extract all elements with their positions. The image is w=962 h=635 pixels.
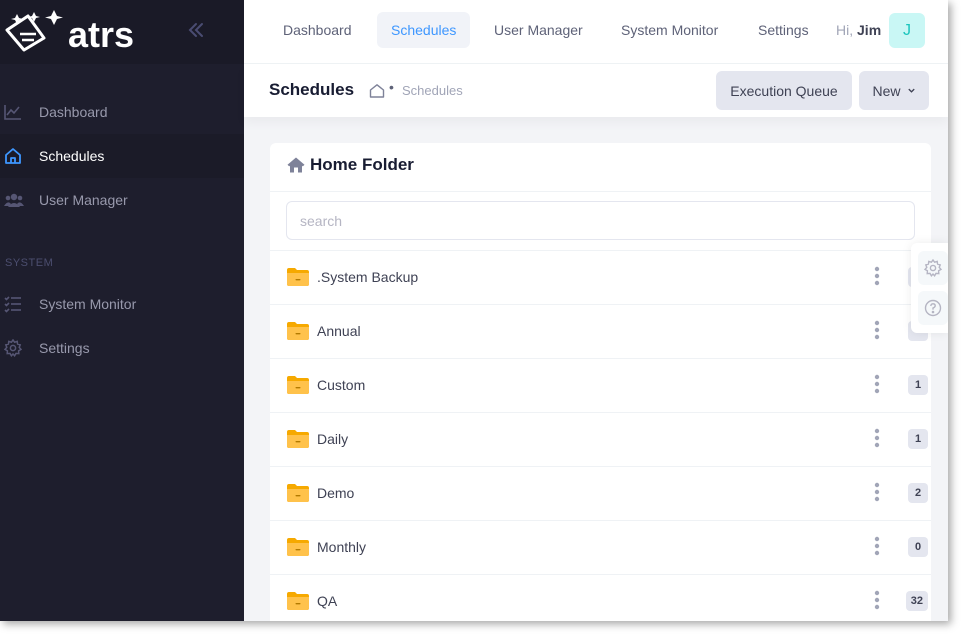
breadcrumb-current: Schedules [402, 83, 463, 98]
folder-row[interactable]: Demo 2 [270, 467, 931, 521]
more-options-icon[interactable] [871, 428, 883, 448]
sidebar-item-label: User Manager [39, 192, 128, 208]
more-options-icon[interactable] [871, 536, 883, 556]
card-title: Home Folder [310, 155, 414, 174]
sidebar-item-dashboard[interactable]: Dashboard [0, 90, 244, 134]
folder-icon [286, 267, 310, 287]
chevron-down-icon [907, 88, 915, 93]
folder-icon [286, 537, 310, 557]
collapse-sidebar-icon[interactable] [186, 20, 206, 40]
folder-name: Demo [317, 485, 355, 501]
brand-bar: atrs [0, 0, 244, 64]
home-folder-icon [287, 157, 305, 173]
sidebar-item-system-monitor[interactable]: System Monitor [0, 282, 244, 326]
more-options-icon[interactable] [871, 482, 883, 502]
gear-icon [3, 338, 23, 358]
folder-row[interactable]: Monthly 0 [270, 521, 931, 575]
more-options-icon[interactable] [871, 374, 883, 394]
page-toolbar: Schedules • Schedules Execution Queue Ne… [244, 64, 948, 117]
settings-gear-button[interactable] [918, 251, 948, 285]
avatar[interactable]: J [889, 13, 925, 48]
floating-tool-panel [911, 243, 948, 333]
tab-user-manager[interactable]: User Manager [480, 12, 597, 48]
folder-name: QA [317, 593, 338, 609]
breadcrumb-home-icon[interactable] [369, 83, 385, 99]
atrs-logo[interactable]: atrs [4, 8, 144, 59]
folder-name: Annual [317, 323, 361, 339]
sidebar-item-label: Dashboard [39, 104, 108, 120]
app-window: atrs Dashboard Schedules User Manager SY… [0, 0, 948, 621]
folder-icon [286, 591, 310, 611]
svg-text:atrs: atrs [68, 14, 134, 54]
sidebar-item-schedules[interactable]: Schedules [0, 134, 244, 178]
sidebar: atrs Dashboard Schedules User Manager SY… [0, 0, 244, 621]
sidebar-section-label: SYSTEM [5, 257, 54, 269]
folder-name: Monthly [317, 539, 367, 555]
schedule-count-badge: 0 [908, 537, 928, 557]
user-greeting: Hi, Jim [836, 22, 881, 38]
folder-name: .System Backup [317, 269, 419, 285]
folder-row[interactable]: QA 32 [270, 575, 931, 621]
tab-system-monitor[interactable]: System Monitor [607, 12, 732, 48]
folder-icon [286, 483, 310, 503]
folder-row[interactable]: Annual [270, 305, 931, 359]
card-header: Home Folder [270, 143, 931, 192]
more-options-icon[interactable] [871, 266, 883, 286]
page-title: Schedules [269, 80, 355, 99]
gear-icon [924, 259, 942, 277]
tab-settings[interactable]: Settings [744, 12, 823, 48]
schedule-count-badge: 32 [905, 591, 928, 611]
sidebar-item-label: Schedules [39, 148, 105, 164]
breadcrumb-separator: • [389, 79, 394, 95]
sidebar-item-settings[interactable]: Settings [0, 326, 244, 370]
home-icon [4, 147, 22, 165]
execution-queue-button[interactable]: Execution Queue [716, 71, 852, 110]
schedule-count-badge: 1 [908, 375, 928, 395]
sidebar-item-label: System Monitor [39, 296, 137, 312]
folder-name: Custom [317, 377, 366, 393]
sidebar-item-user-manager[interactable]: User Manager [0, 178, 244, 222]
tab-dashboard[interactable]: Dashboard [269, 12, 366, 48]
search-input[interactable] [286, 201, 915, 240]
chart-line-icon [4, 103, 22, 121]
help-button[interactable] [918, 291, 948, 325]
folder-row[interactable]: Daily 1 [270, 413, 931, 467]
list-check-icon [4, 295, 22, 313]
greeting-text: Hi, [836, 22, 854, 38]
sidebar-item-label: Settings [39, 340, 90, 356]
more-options-icon[interactable] [871, 590, 883, 610]
folder-icon [286, 321, 310, 341]
folder-name: Daily [317, 431, 349, 447]
more-options-icon[interactable] [871, 320, 883, 340]
schedule-count-badge: 2 [908, 483, 928, 503]
tab-schedules[interactable]: Schedules [377, 12, 471, 48]
users-icon [4, 191, 24, 209]
question-circle-icon [924, 299, 942, 317]
top-header: Dashboard Schedules User Manager System … [244, 0, 948, 64]
folder-icon [286, 375, 310, 395]
home-folder-card: Home Folder .System BackupAnnualCustom1D… [270, 143, 931, 621]
user-name: Jim [857, 22, 882, 38]
new-dropdown-button[interactable]: New [859, 71, 929, 110]
schedule-count-badge: 1 [908, 429, 928, 449]
folder-row[interactable]: Custom 1 [270, 359, 931, 413]
new-button-label: New [872, 82, 901, 99]
folder-icon [286, 429, 310, 449]
folder-row[interactable]: .System Backup [270, 251, 931, 305]
